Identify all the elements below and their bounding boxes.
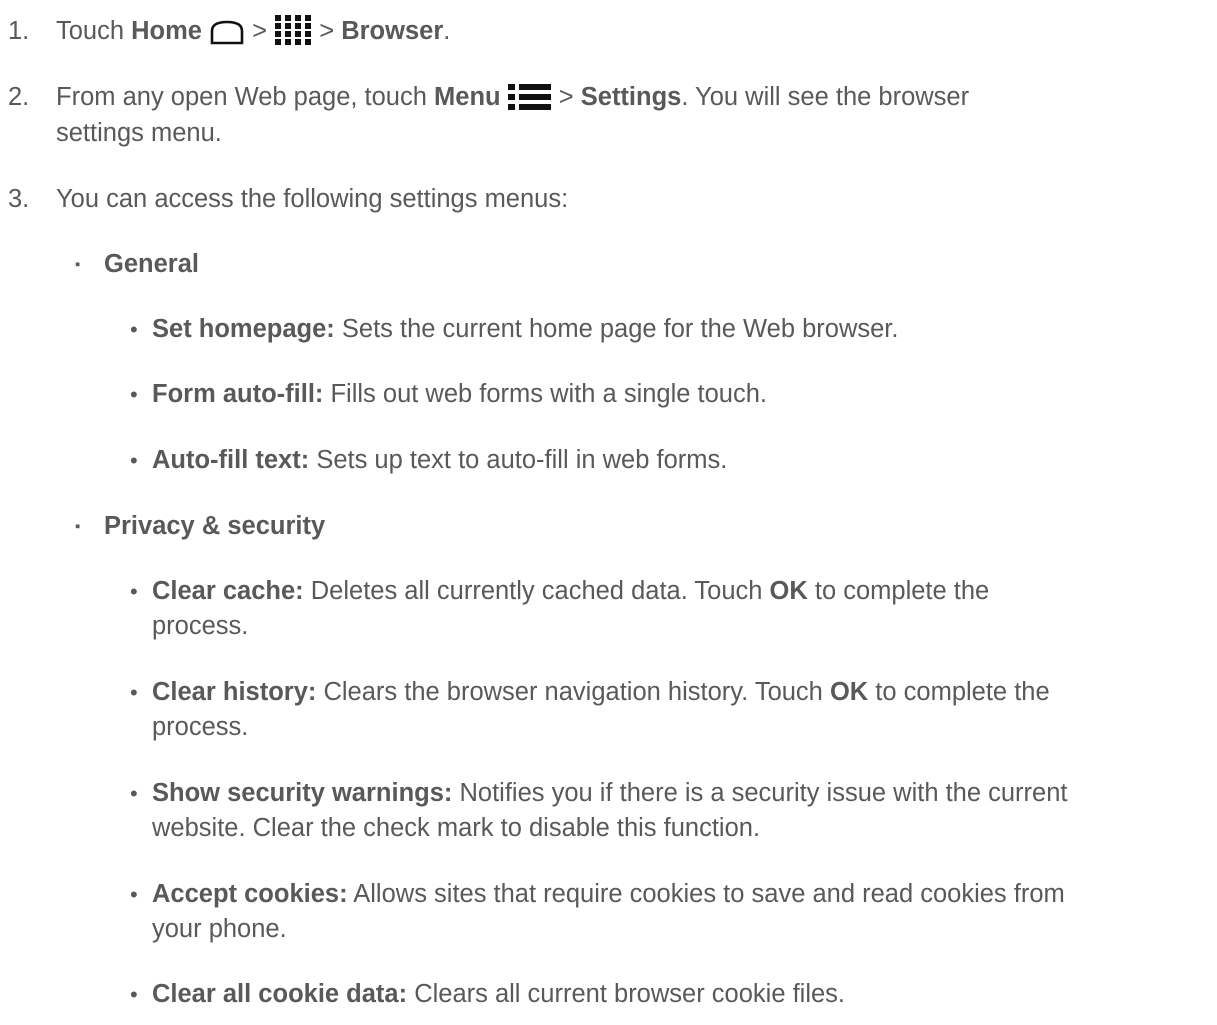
list-item-continued: process.: [152, 713, 249, 741]
menu-icon: [507, 84, 551, 110]
bullet: •: [130, 781, 138, 806]
item-desc: Clears the browser navigation history. T…: [316, 678, 830, 706]
step-number: 1.: [8, 17, 30, 45]
step-number: 2.: [8, 83, 30, 111]
settings-label: Settings: [580, 83, 682, 111]
step-number: 3.: [8, 185, 30, 213]
item-desc: Allows sites that require cookies to sav…: [347, 880, 1065, 908]
bullet: •: [130, 882, 138, 907]
item-term: Clear all cookie data:: [152, 980, 408, 1008]
item-term: Auto-fill text:: [152, 446, 310, 474]
bullet: •: [130, 680, 138, 705]
square-bullet: ▪: [75, 518, 81, 535]
item-desc: Notifies you if there is a security issu…: [452, 779, 1068, 807]
item-term: Set homepage:: [152, 315, 335, 343]
item-term: Show security warnings:: [152, 779, 453, 807]
bullet: •: [130, 579, 138, 604]
menu-label: Menu: [434, 83, 501, 111]
apps-grid-icon: [275, 15, 312, 45]
browser-label: Browser: [341, 17, 444, 45]
step-text: You can access the following settings me…: [56, 185, 569, 213]
item-desc: Sets the current home page for the Web b…: [334, 315, 899, 343]
list-item-continued: website. Clear the check mark to disable…: [152, 814, 761, 842]
ok-label: OK: [769, 577, 808, 605]
section-title: Privacy & security: [104, 512, 326, 540]
item-term: Form auto-fill:: [152, 380, 324, 408]
step-text: Touch: [56, 17, 132, 45]
bullet: •: [130, 317, 138, 342]
list-item-continued: process.: [152, 612, 249, 640]
section-title: General: [104, 250, 199, 278]
home-label: Home: [131, 17, 202, 45]
item-desc: Fills out web forms with a single touch.: [323, 380, 767, 408]
step-2-continued: settings menu.: [56, 119, 222, 147]
bullet: •: [130, 448, 138, 473]
bullet: •: [130, 382, 138, 407]
item-desc: Clears all current browser cookie files.: [407, 980, 846, 1008]
document-page: 1. Touch Home > > Browser. 2. From any o…: [0, 0, 1217, 1025]
bullet: •: [130, 982, 138, 1007]
item-term: Clear cache:: [152, 577, 304, 605]
item-term: Clear history:: [152, 678, 317, 706]
square-bullet: ▪: [75, 256, 81, 273]
item-desc: Deletes all currently cached data. Touch: [303, 577, 770, 605]
item-desc: Sets up text to auto-fill in web forms.: [309, 446, 728, 474]
ok-label: OK: [829, 678, 869, 706]
item-term: Accept cookies:: [152, 880, 348, 908]
home-icon: [210, 20, 244, 45]
list-item-continued: your phone.: [152, 915, 287, 943]
